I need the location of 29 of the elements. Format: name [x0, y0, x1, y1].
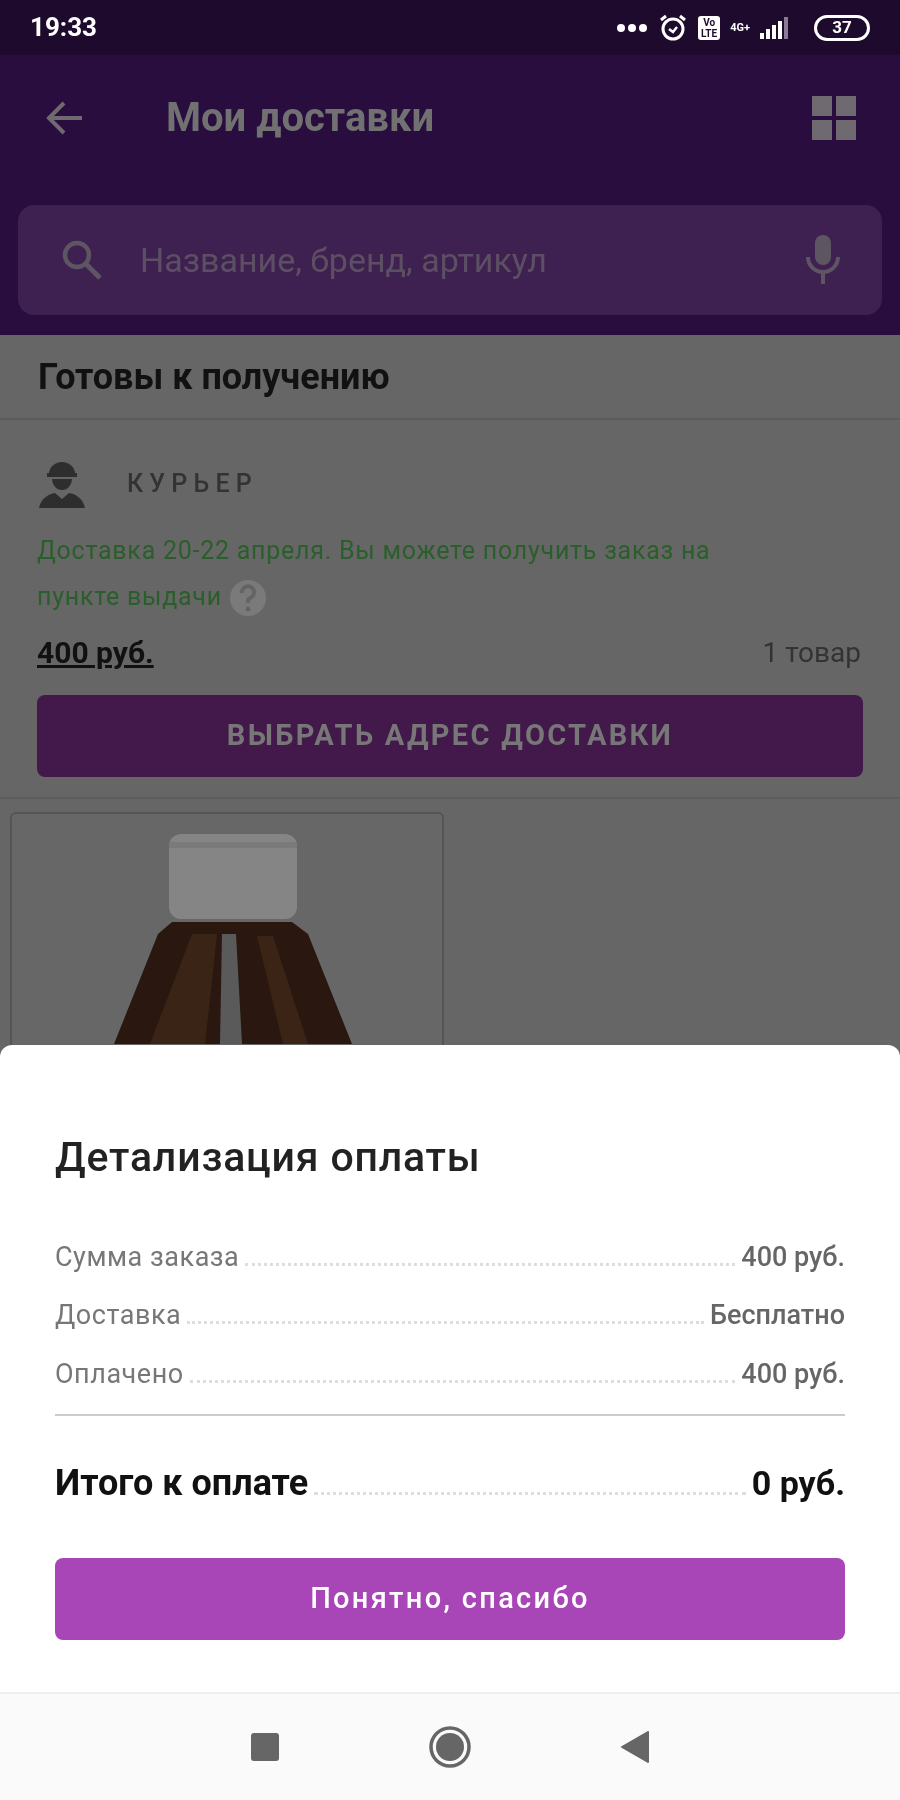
section-title: Готовы к получению — [38, 354, 390, 400]
volte-badge: Vo LTE — [698, 15, 721, 40]
status-time: 19:33 — [30, 11, 97, 44]
payment-label: Доставка — [55, 1298, 182, 1333]
alarm-icon — [658, 12, 689, 43]
back-icon[interactable] — [44, 99, 84, 136]
payment-value: 400 руб. — [741, 1356, 845, 1392]
total-value: 0 руб. — [751, 1462, 845, 1505]
search-icon — [60, 238, 104, 282]
payment-label: Сумма заказа — [55, 1239, 240, 1275]
battery-indicator: 37 — [814, 14, 870, 41]
confirm-button[interactable]: Понятно, спасибо — [55, 1558, 845, 1640]
microphone-icon[interactable] — [806, 235, 840, 285]
back-nav-icon[interactable] — [621, 1731, 649, 1763]
grid-icon[interactable] — [812, 95, 856, 140]
payment-value: Бесплатно — [710, 1298, 845, 1333]
choose-address-button[interactable]: ВЫБРАТЬ АДРЕС ДОСТАВКИ — [37, 695, 863, 777]
sheet-title: Детализация оплаты — [55, 1132, 482, 1183]
payment-label: Оплачено — [55, 1356, 184, 1392]
more-icon — [616, 22, 649, 33]
payment-value: 400 руб. — [741, 1239, 845, 1275]
network-label: 4G+ — [730, 21, 750, 34]
page-title: Мои доставки — [166, 92, 436, 143]
home-icon[interactable] — [429, 1726, 471, 1768]
courier-icon — [37, 460, 87, 508]
signal-icon — [760, 16, 790, 39]
delivery-note: Доставка 20-22 апреля. Вы можете получить заказ на пункте выдачи — [37, 528, 863, 620]
total-label: Итого к оплате — [55, 1461, 309, 1506]
order-price[interactable]: 400 руб. — [37, 630, 154, 675]
